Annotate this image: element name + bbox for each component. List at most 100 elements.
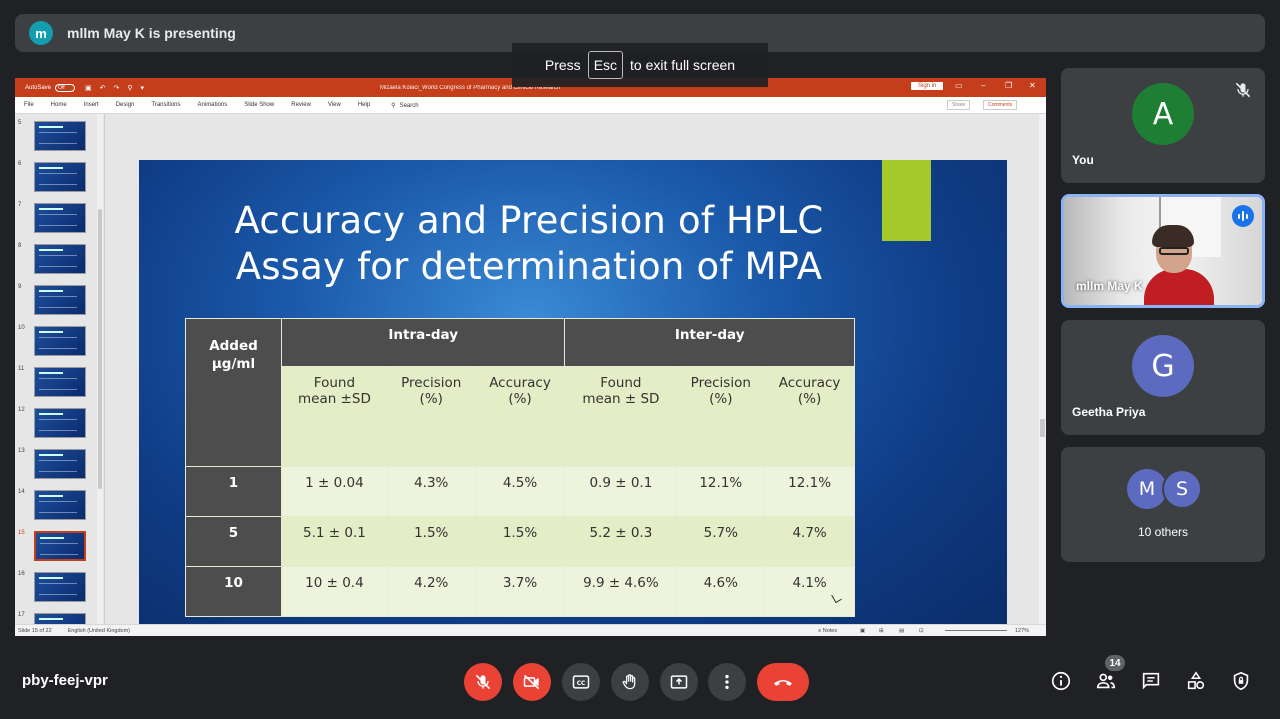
- normal-view-icon[interactable]: ▣: [860, 628, 865, 634]
- ribbon-tab-slide-show[interactable]: Slide Show: [244, 102, 274, 108]
- ribbon-tab-file[interactable]: File: [24, 102, 34, 108]
- slide-thumbnail[interactable]: 14: [15, 487, 104, 525]
- slide-thumbnail[interactable]: 6: [15, 159, 104, 197]
- slide-thumbnail[interactable]: 7: [15, 200, 104, 238]
- thumbnail-preview: [34, 162, 86, 192]
- thumbnail-number: 13: [18, 448, 25, 454]
- status-language[interactable]: English (United Kingdom): [68, 628, 130, 634]
- undo-icon[interactable]: ↶: [100, 84, 106, 92]
- share-button[interactable]: Share: [947, 100, 971, 110]
- table-cell: 0.9 ± 0.1: [564, 466, 678, 517]
- slide-thumbnail[interactable]: 9: [15, 282, 104, 320]
- table-cell: 10 ± 0.4: [281, 566, 388, 617]
- current-slide[interactable]: Accuracy and Precision of HPLC Assay for…: [139, 160, 1007, 636]
- activities-button[interactable]: [1184, 669, 1208, 693]
- meet-window: m mllm May K is presenting Press Esc to …: [0, 0, 1280, 719]
- slide-thumbnail[interactable]: 17: [15, 610, 104, 624]
- start-presentation-icon[interactable]: ⚲: [127, 84, 132, 92]
- maximize-icon[interactable]: ❐: [1005, 81, 1012, 90]
- ribbon-tab-review[interactable]: Review: [291, 102, 311, 108]
- sign-in-button[interactable]: Sign in: [911, 82, 944, 90]
- ribbon-tab-design[interactable]: Design: [116, 102, 135, 108]
- mic-toggle-button[interactable]: [464, 663, 502, 701]
- captions-icon: CC: [572, 675, 590, 689]
- fullscreen-toast: Press Esc to exit full screen: [512, 43, 768, 87]
- host-controls-button[interactable]: [1229, 669, 1253, 693]
- column-subheader-line: Precision: [401, 375, 462, 391]
- minimize-icon[interactable]: –: [981, 81, 985, 90]
- ribbon-tab-transitions[interactable]: Transitions: [151, 102, 180, 108]
- slide-thumbnail[interactable]: 11: [15, 364, 104, 402]
- more-options-button[interactable]: [708, 663, 746, 701]
- slide-thumbnail[interactable]: 16: [15, 569, 104, 607]
- redo-icon[interactable]: ↷: [114, 84, 120, 92]
- present-now-button[interactable]: [660, 663, 698, 701]
- slide-thumbnail[interactable]: 12: [15, 405, 104, 443]
- status-slide-count: Slide 15 of 22: [18, 627, 52, 634]
- slide-thumbnail[interactable]: 5: [15, 118, 104, 156]
- column-subheader-line: (%): [508, 391, 532, 407]
- thumbnail-preview: [34, 326, 86, 356]
- close-icon[interactable]: ✕: [1029, 81, 1036, 90]
- thumbnail-number: 7: [18, 202, 22, 208]
- column-subheader-line: (%): [797, 391, 822, 407]
- slide-thumbnail[interactable]: 10: [15, 323, 104, 361]
- thumbnail-number: 14: [18, 489, 25, 495]
- thumbnail-number: 10: [18, 325, 25, 331]
- ribbon-tab-home[interactable]: Home: [51, 102, 67, 108]
- slide-thumbnail[interactable]: 15: [15, 528, 104, 566]
- slide-title: Accuracy and Precision of HPLC Assay for…: [159, 198, 899, 290]
- participant-tile-others[interactable]: M S 10 others: [1061, 447, 1265, 562]
- participant-tile-presenter[interactable]: mllm May K: [1061, 194, 1265, 308]
- thumbnail-number: 15: [18, 530, 25, 536]
- thumbnail-preview: [34, 203, 86, 233]
- leave-call-button[interactable]: [757, 663, 809, 701]
- ribbon-tab-help[interactable]: Help: [358, 102, 370, 108]
- ribbon-search[interactable]: ⚲ Search: [391, 102, 435, 109]
- info-icon: [1051, 671, 1071, 691]
- row-header-cell: 1: [185, 466, 282, 517]
- slide-thumbnail[interactable]: 8: [15, 241, 104, 279]
- subheader-row: Found mean ±SD Precision (%) Accuracy (%) Foun…: [186, 366, 855, 467]
- reading-view-icon[interactable]: ▤: [899, 628, 904, 634]
- ribbon-tab-view[interactable]: View: [328, 102, 341, 108]
- notes-button[interactable]: ≡ Notes: [818, 628, 837, 634]
- people-button[interactable]: [1094, 669, 1118, 693]
- comments-button[interactable]: Comments: [983, 100, 1018, 110]
- column-subheader-line: mean ± SD: [582, 391, 660, 407]
- autosave-toggle[interactable]: Off: [55, 83, 76, 92]
- ribbon-tab-insert[interactable]: Insert: [84, 102, 99, 108]
- participant-tile-you[interactable]: A You: [1061, 68, 1265, 183]
- zoom-slider[interactable]: [945, 630, 1007, 631]
- thumbnail-preview: [34, 572, 86, 602]
- slide-thumbnail[interactable]: 13: [15, 446, 104, 484]
- thumbnail-preview: [34, 408, 86, 438]
- slide-sorter-icon[interactable]: ⊞: [879, 628, 884, 634]
- ribbon-tab-animations[interactable]: Animations: [198, 102, 228, 108]
- meeting-details-button[interactable]: [1049, 669, 1073, 693]
- chat-button[interactable]: [1139, 669, 1163, 693]
- participant-tile-geetha[interactable]: G Geetha Priya: [1061, 320, 1265, 435]
- row-header-cell: 5: [185, 516, 282, 567]
- column-subheader-line: Accuracy: [489, 375, 551, 391]
- table-cell: 4.7%: [764, 516, 855, 567]
- slide-scroll-knob[interactable]: [1040, 419, 1045, 437]
- search-label: Search: [399, 102, 419, 109]
- column-subheader-line: (%): [709, 391, 733, 407]
- table-cell: 5.2 ± 0.3: [564, 516, 678, 567]
- table-cell: 1.5%: [474, 516, 566, 567]
- slideshow-view-icon[interactable]: ⊡: [919, 628, 924, 634]
- chat-icon: [1142, 672, 1160, 690]
- captions-button[interactable]: CC: [562, 663, 600, 701]
- ppt-ribbon: File Home Insert Design Transitions Anim…: [15, 97, 1046, 114]
- raise-hand-icon: [622, 674, 636, 690]
- camera-toggle-button[interactable]: [513, 663, 551, 701]
- slide-scrollbar[interactable]: [1039, 114, 1046, 624]
- ribbon-display-icon[interactable]: ▭: [955, 81, 963, 90]
- presenting-text: mllm May K is presenting: [67, 25, 236, 41]
- column-subheader: Found mean ±SD: [281, 366, 388, 467]
- customize-toolbar-icon[interactable]: ▾: [141, 84, 145, 92]
- save-icon[interactable]: ▣: [85, 84, 92, 92]
- raise-hand-button[interactable]: [611, 663, 649, 701]
- zoom-level[interactable]: 127%: [1015, 628, 1029, 634]
